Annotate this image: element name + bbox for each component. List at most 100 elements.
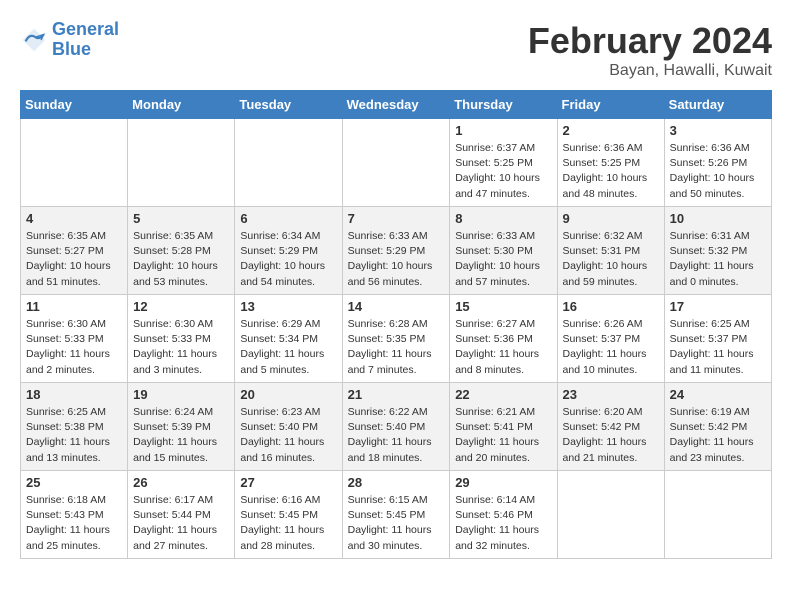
calendar-cell xyxy=(21,119,128,207)
day-number: 15 xyxy=(455,299,551,314)
calendar-cell: 28 Sunrise: 6:15 AM Sunset: 5:45 PM Dayli… xyxy=(342,471,450,559)
day-info: Sunrise: 6:33 AM Sunset: 5:29 PM Dayligh… xyxy=(348,229,445,290)
day-info: Sunrise: 6:19 AM Sunset: 5:42 PM Dayligh… xyxy=(670,405,766,466)
calendar-cell: 1 Sunrise: 6:37 AM Sunset: 5:25 PM Daylig… xyxy=(450,119,557,207)
day-number: 23 xyxy=(563,387,659,402)
calendar-cell: 14Sunrise: 6:28 AM Sunset: 5:35 PM Dayli… xyxy=(342,295,450,383)
calendar-cell xyxy=(664,471,771,559)
day-number: 24 xyxy=(670,387,766,402)
day-info: Sunrise: 6:31 AM Sunset: 5:32 PM Dayligh… xyxy=(670,229,766,290)
day-info: Sunrise: 6:22 AM Sunset: 5:40 PM Dayligh… xyxy=(348,405,445,466)
day-number: 13 xyxy=(240,299,336,314)
calendar-cell: 16 Sunrise: 6:26 AM Sunset: 5:37 PM Dayli… xyxy=(557,295,664,383)
calendar-body: 1 Sunrise: 6:37 AM Sunset: 5:25 PM Daylig… xyxy=(21,119,772,559)
day-number: 28 xyxy=(348,475,445,490)
day-info: Sunrise: 6:29 AM Sunset: 5:34 PM Dayligh… xyxy=(240,317,336,378)
day-info: Sunrise: 6:35 AM Sunset: 5:27 PM Dayligh… xyxy=(26,229,122,290)
day-info: Sunrise: 6:17 AM Sunset: 5:44 PM Dayligh… xyxy=(133,493,229,554)
calendar-cell: 22Sunrise: 6:21 AM Sunset: 5:41 PM Dayli… xyxy=(450,383,557,471)
day-info: Sunrise: 6:37 AM Sunset: 5:25 PM Dayligh… xyxy=(455,141,551,202)
location-subtitle: Bayan, Hawalli, Kuwait xyxy=(528,62,772,80)
calendar-week-row: 11 Sunrise: 6:30 AM Sunset: 5:33 PM Dayli… xyxy=(21,295,772,383)
day-number: 21 xyxy=(348,387,445,402)
day-number: 26 xyxy=(133,475,229,490)
month-title: February 2024 xyxy=(528,20,772,62)
calendar-cell: 17Sunrise: 6:25 AM Sunset: 5:37 PM Dayli… xyxy=(664,295,771,383)
calendar-cell: 6 Sunrise: 6:34 AM Sunset: 5:29 PM Daylig… xyxy=(235,207,342,295)
day-number: 5 xyxy=(133,211,229,226)
weekday-header: Sunday xyxy=(21,91,128,119)
day-info: Sunrise: 6:25 AM Sunset: 5:37 PM Dayligh… xyxy=(670,317,766,378)
calendar-cell: 23Sunrise: 6:20 AM Sunset: 5:42 PM Dayli… xyxy=(557,383,664,471)
weekday-header: Thursday xyxy=(450,91,557,119)
calendar-cell: 5 Sunrise: 6:35 AM Sunset: 5:28 PM Daylig… xyxy=(128,207,235,295)
weekday-row: SundayMondayTuesdayWednesdayThursdayFrid… xyxy=(21,91,772,119)
calendar-cell: 29 Sunrise: 6:14 AM Sunset: 5:46 PM Dayli… xyxy=(450,471,557,559)
calendar-cell: 11 Sunrise: 6:30 AM Sunset: 5:33 PM Dayli… xyxy=(21,295,128,383)
calendar-cell: 19 Sunrise: 6:24 AM Sunset: 5:39 PM Dayli… xyxy=(128,383,235,471)
calendar-cell: 3 Sunrise: 6:36 AM Sunset: 5:26 PM Daylig… xyxy=(664,119,771,207)
calendar-cell: 9Sunrise: 6:32 AM Sunset: 5:31 PM Daylig… xyxy=(557,207,664,295)
weekday-header: Wednesday xyxy=(342,91,450,119)
day-number: 11 xyxy=(26,299,122,314)
weekday-header: Friday xyxy=(557,91,664,119)
day-number: 1 xyxy=(455,123,551,138)
calendar-header: SundayMondayTuesdayWednesdayThursdayFrid… xyxy=(21,91,772,119)
day-number: 10 xyxy=(670,211,766,226)
calendar-cell: 18Sunrise: 6:25 AM Sunset: 5:38 PM Dayli… xyxy=(21,383,128,471)
day-info: Sunrise: 6:25 AM Sunset: 5:38 PM Dayligh… xyxy=(26,405,122,466)
day-info: Sunrise: 6:33 AM Sunset: 5:30 PM Dayligh… xyxy=(455,229,551,290)
calendar-cell: 12 Sunrise: 6:30 AM Sunset: 5:33 PM Dayli… xyxy=(128,295,235,383)
day-number: 20 xyxy=(240,387,336,402)
day-info: Sunrise: 6:34 AM Sunset: 5:29 PM Dayligh… xyxy=(240,229,336,290)
day-info: Sunrise: 6:26 AM Sunset: 5:37 PM Dayligh… xyxy=(563,317,659,378)
calendar-cell: 13 Sunrise: 6:29 AM Sunset: 5:34 PM Dayli… xyxy=(235,295,342,383)
day-info: Sunrise: 6:14 AM Sunset: 5:46 PM Dayligh… xyxy=(455,493,551,554)
day-number: 16 xyxy=(563,299,659,314)
calendar-cell: 4 Sunrise: 6:35 AM Sunset: 5:27 PM Daylig… xyxy=(21,207,128,295)
day-info: Sunrise: 6:35 AM Sunset: 5:28 PM Dayligh… xyxy=(133,229,229,290)
day-number: 2 xyxy=(563,123,659,138)
day-number: 3 xyxy=(670,123,766,138)
calendar-week-row: 4 Sunrise: 6:35 AM Sunset: 5:27 PM Daylig… xyxy=(21,207,772,295)
day-number: 12 xyxy=(133,299,229,314)
calendar-cell: 8 Sunrise: 6:33 AM Sunset: 5:30 PM Daylig… xyxy=(450,207,557,295)
calendar-cell xyxy=(342,119,450,207)
page-header: General Blue February 2024 Bayan, Hawall… xyxy=(20,20,772,80)
calendar-cell: 26 Sunrise: 6:17 AM Sunset: 5:44 PM Dayli… xyxy=(128,471,235,559)
calendar-cell: 24 Sunrise: 6:19 AM Sunset: 5:42 PM Dayli… xyxy=(664,383,771,471)
day-number: 29 xyxy=(455,475,551,490)
day-number: 27 xyxy=(240,475,336,490)
calendar-cell: 10 Sunrise: 6:31 AM Sunset: 5:32 PM Dayli… xyxy=(664,207,771,295)
day-info: Sunrise: 6:21 AM Sunset: 5:41 PM Dayligh… xyxy=(455,405,551,466)
calendar-cell xyxy=(235,119,342,207)
calendar-cell xyxy=(128,119,235,207)
calendar-week-row: 18Sunrise: 6:25 AM Sunset: 5:38 PM Dayli… xyxy=(21,383,772,471)
calendar-cell: 15 Sunrise: 6:27 AM Sunset: 5:36 PM Dayli… xyxy=(450,295,557,383)
day-info: Sunrise: 6:24 AM Sunset: 5:39 PM Dayligh… xyxy=(133,405,229,466)
calendar-cell: 21 Sunrise: 6:22 AM Sunset: 5:40 PM Dayli… xyxy=(342,383,450,471)
day-number: 14 xyxy=(348,299,445,314)
calendar-week-row: 25Sunrise: 6:18 AM Sunset: 5:43 PM Dayli… xyxy=(21,471,772,559)
weekday-header: Monday xyxy=(128,91,235,119)
day-number: 6 xyxy=(240,211,336,226)
day-info: Sunrise: 6:30 AM Sunset: 5:33 PM Dayligh… xyxy=(133,317,229,378)
weekday-header: Tuesday xyxy=(235,91,342,119)
day-number: 19 xyxy=(133,387,229,402)
day-number: 8 xyxy=(455,211,551,226)
day-info: Sunrise: 6:18 AM Sunset: 5:43 PM Dayligh… xyxy=(26,493,122,554)
calendar-cell: 2 Sunrise: 6:36 AM Sunset: 5:25 PM Daylig… xyxy=(557,119,664,207)
day-info: Sunrise: 6:16 AM Sunset: 5:45 PM Dayligh… xyxy=(240,493,336,554)
day-number: 4 xyxy=(26,211,122,226)
day-info: Sunrise: 6:27 AM Sunset: 5:36 PM Dayligh… xyxy=(455,317,551,378)
calendar-cell xyxy=(557,471,664,559)
day-info: Sunrise: 6:30 AM Sunset: 5:33 PM Dayligh… xyxy=(26,317,122,378)
logo-blue: Blue xyxy=(52,39,91,59)
day-info: Sunrise: 6:36 AM Sunset: 5:25 PM Dayligh… xyxy=(563,141,659,202)
day-info: Sunrise: 6:15 AM Sunset: 5:45 PM Dayligh… xyxy=(348,493,445,554)
calendar-cell: 20Sunrise: 6:23 AM Sunset: 5:40 PM Dayli… xyxy=(235,383,342,471)
day-number: 9 xyxy=(563,211,659,226)
day-info: Sunrise: 6:36 AM Sunset: 5:26 PM Dayligh… xyxy=(670,141,766,202)
calendar-table: SundayMondayTuesdayWednesdayThursdayFrid… xyxy=(20,90,772,559)
logo-text: General Blue xyxy=(52,20,119,60)
